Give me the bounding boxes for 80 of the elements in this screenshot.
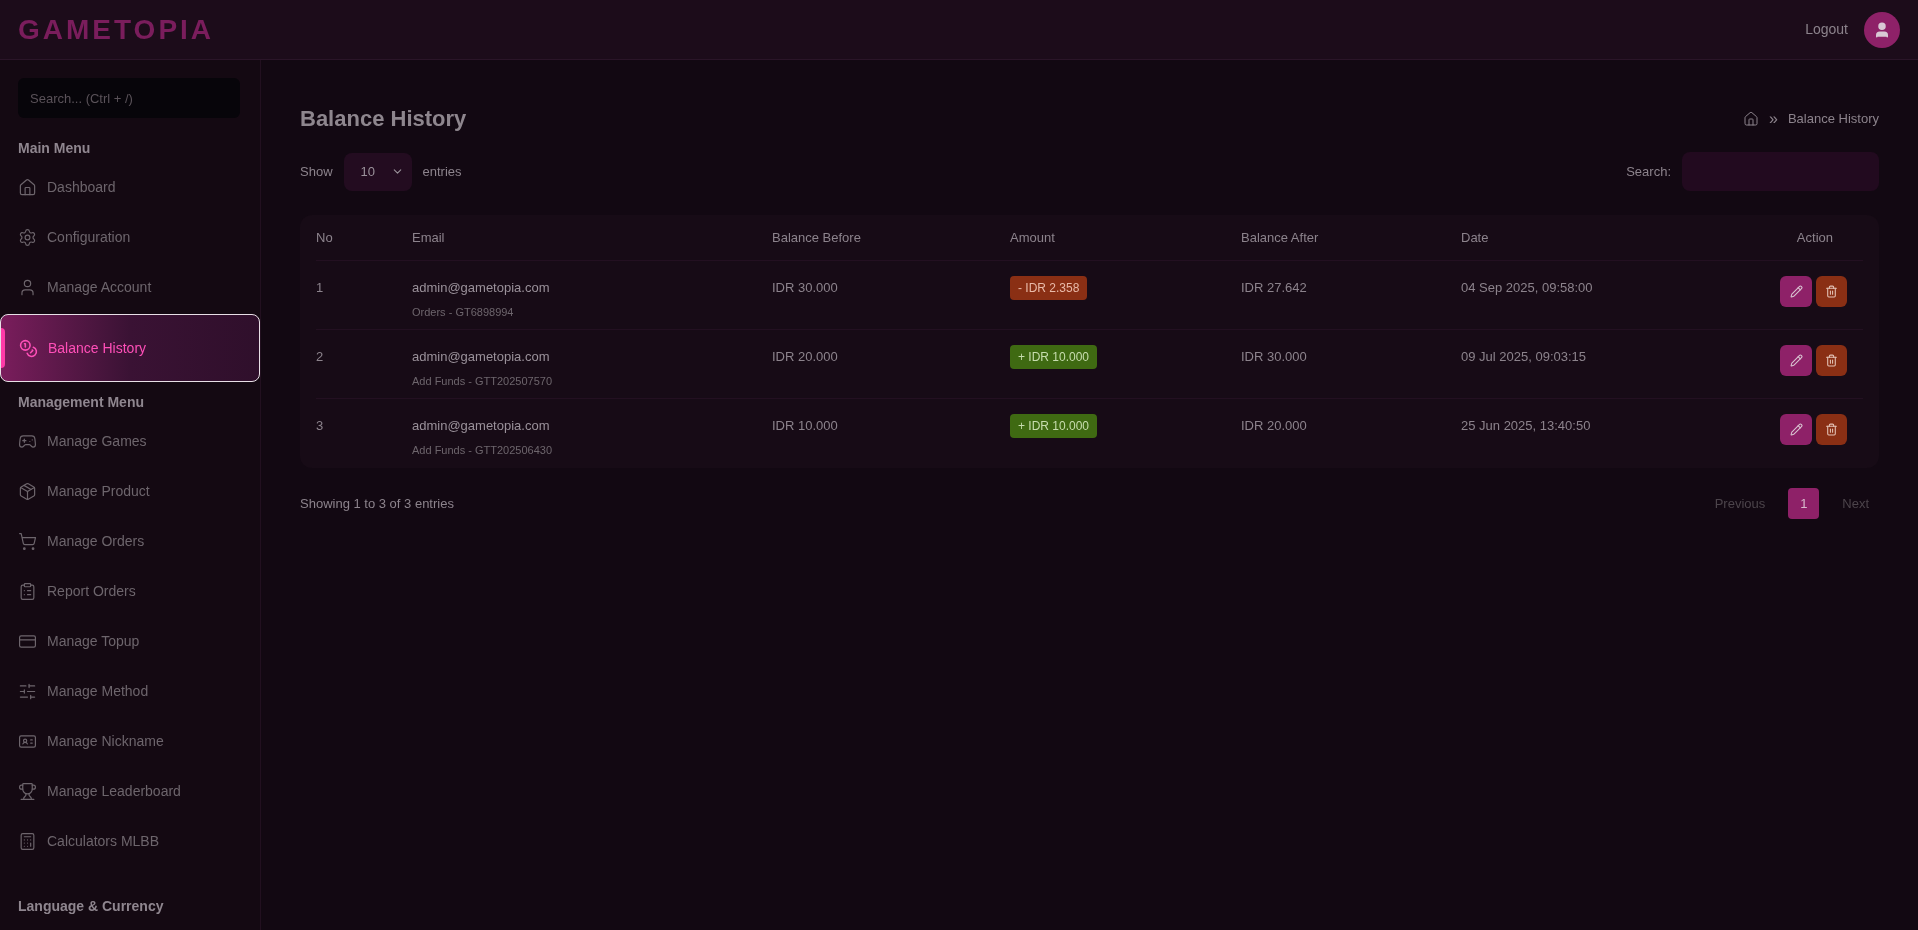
email-text: admin@gametopia.com <box>412 279 550 297</box>
table-cell: 25 Jun 2025, 13:40:50 <box>1461 418 1591 433</box>
calculator-icon <box>18 831 37 851</box>
table-cell: 1 <box>316 280 324 295</box>
delete-button[interactable] <box>1816 414 1847 445</box>
table-cell: IDR 20.000 <box>772 349 838 364</box>
gear-icon <box>18 227 37 247</box>
sidebar-item[interactable]: Manage Leaderboard <box>0 766 260 816</box>
avatar-icon[interactable] <box>1864 11 1900 48</box>
sliders-icon <box>18 681 37 701</box>
column-header: Action <box>1795 228 1834 247</box>
table-cell: IDR 20.000 <box>1241 418 1307 433</box>
sidebar-item[interactable]: Manage Topup <box>0 616 260 666</box>
trash-icon <box>1825 354 1838 367</box>
amount-badge: + IDR 10.000 <box>1010 414 1098 438</box>
logout-link[interactable]: Logout <box>1805 19 1848 40</box>
sidebar-item[interactable]: Report Orders <box>0 566 260 616</box>
search-field[interactable]: Search... (Ctrl + /) <box>18 78 240 118</box>
trophy-icon <box>18 781 37 801</box>
delete-button[interactable] <box>1816 345 1847 376</box>
logo[interactable]: GAMETOPIA <box>18 8 215 51</box>
entries-select[interactable]: 10 <box>343 152 412 191</box>
reference-text: Add Funds - GTT202507570 <box>412 373 553 389</box>
table-cell: IDR 30.000 <box>772 280 838 295</box>
column-header: Email <box>412 228 446 247</box>
breadcrumb-separator: » <box>1769 108 1778 129</box>
entries-label: entries <box>422 162 462 181</box>
reference-text: Orders - GT6898994 <box>412 304 514 320</box>
column-header: Balance After <box>1241 228 1320 247</box>
column-header: Amount <box>1010 228 1056 247</box>
table-cell: IDR 10.000 <box>772 418 838 433</box>
edit-button[interactable] <box>1780 276 1812 307</box>
table-cell: 3 <box>316 418 324 433</box>
home-icon <box>18 177 37 197</box>
pencil-icon <box>1789 423 1803 436</box>
box-icon <box>18 481 37 501</box>
user-icon <box>18 277 37 297</box>
trash-icon <box>1825 423 1838 436</box>
edit-button[interactable] <box>1780 345 1812 376</box>
page-button[interactable]: 1 <box>1788 488 1820 519</box>
sidebar-item[interactable]: Configuration <box>0 212 260 262</box>
amount-badge: + IDR 10.000 <box>1010 345 1098 369</box>
table-cell: IDR 30.000 <box>1241 349 1307 364</box>
home-icon[interactable] <box>1743 110 1760 127</box>
sidebar-item[interactable]: Manage Nickname <box>0 716 260 766</box>
section-title: Management Menu <box>17 393 145 412</box>
pencil-icon <box>1789 354 1803 367</box>
table-cell: 09 Jul 2025, 09:03:15 <box>1461 349 1587 364</box>
edit-button[interactable] <box>1780 414 1812 445</box>
sidebar-item[interactable]: Balance History <box>0 314 260 382</box>
delete-button[interactable] <box>1816 276 1847 307</box>
search-label: Search: <box>1626 162 1671 181</box>
column-header: No <box>316 228 334 247</box>
entries-info: Showing 1 to 3 of 3 entries <box>300 494 454 513</box>
breadcrumb-current: Balance History <box>1787 109 1879 128</box>
cart-icon <box>18 531 37 551</box>
page-title: Balance History <box>300 105 467 133</box>
table-cell: 2 <box>316 349 324 364</box>
sidebar-item[interactable]: Manage Method <box>0 666 260 716</box>
coins-icon <box>19 338 38 358</box>
pencil-icon <box>1789 285 1803 298</box>
column-header: Balance Before <box>772 228 862 247</box>
clipboard-icon <box>18 581 37 601</box>
sidebar-item[interactable]: Manage Orders <box>0 516 260 566</box>
show-label: Show <box>300 162 333 181</box>
amount-badge: - IDR 2.358 <box>1010 276 1088 300</box>
sidebar-item[interactable]: Dashboard <box>0 162 260 212</box>
email-text: admin@gametopia.com <box>412 417 550 435</box>
sidebar-item[interactable]: Manage Product <box>0 466 260 516</box>
table-cell: 04 Sep 2025, 09:58:00 <box>1461 280 1593 295</box>
trash-icon <box>1825 285 1838 298</box>
sidebar-item[interactable]: Calculators MLBB <box>0 816 260 866</box>
table-cell: IDR 27.642 <box>1241 280 1307 295</box>
column-header: Date <box>1461 228 1490 247</box>
section-title: Main Menu <box>17 139 92 158</box>
reference-text: Add Funds - GTT202506430 <box>412 442 553 458</box>
sidebar-item[interactable]: Manage Games <box>0 416 260 466</box>
sidebar-item[interactable]: Manage Account <box>0 262 260 312</box>
email-text: admin@gametopia.com <box>412 348 550 366</box>
section-title: Language & Currency <box>17 897 165 916</box>
